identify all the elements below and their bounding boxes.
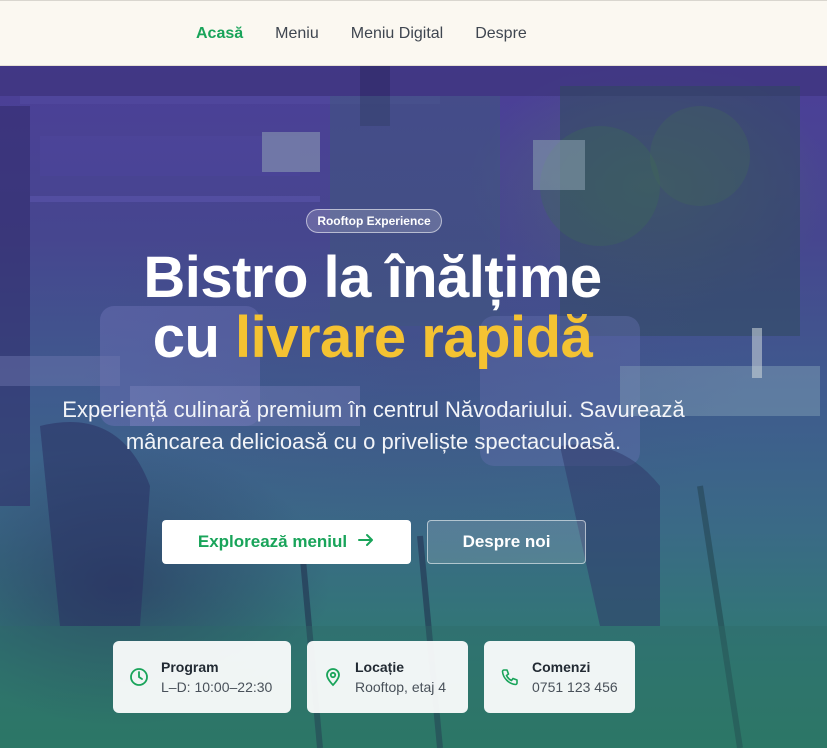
info-card-location: Locație Rooftop, etaj 4 [307, 641, 468, 713]
about-us-button[interactable]: Despre noi [427, 520, 586, 564]
nav-item-meniu[interactable]: Meniu [275, 23, 319, 45]
top-navigation-bar: Acasă Meniu Meniu Digital Despre [0, 0, 827, 66]
info-card-label: Comenzi [532, 659, 591, 675]
hero-section: Rooftop Experience Bistro la înălțime cu… [0, 66, 827, 748]
location-pin-icon [311, 667, 355, 687]
explore-menu-label: Explorează meniul [197, 532, 348, 551]
hero-title-line1: Bistro la înălțime [143, 245, 602, 310]
nav-item-despre[interactable]: Despre [475, 23, 527, 45]
info-card-value: L–D: 10:00–22:30 [161, 679, 273, 695]
nav-item-meniu-digital[interactable]: Meniu Digital [351, 23, 443, 45]
hero-title-line2-plain: cu [152, 305, 220, 370]
info-card-label: Locație [355, 659, 405, 675]
hero-title: Bistro la înălțime cu livrare rapidă [0, 248, 745, 368]
rooftop-badge: Rooftop Experience [306, 209, 442, 233]
info-card-value: 0751 123 456 [532, 679, 618, 695]
info-card-orders: Comenzi 0751 123 456 [484, 641, 635, 713]
about-us-label: Despre noi [462, 532, 551, 551]
explore-menu-button[interactable]: Explorează meniul [162, 520, 411, 564]
hero-subtitle: Experiență culinară premium în centrul N… [62, 397, 685, 454]
info-card-program: Program L–D: 10:00–22:30 [113, 641, 291, 713]
main-nav: Acasă Meniu Meniu Digital Despre [196, 23, 527, 45]
info-card-label: Program [161, 659, 219, 675]
arrow-right-icon [357, 531, 375, 554]
phone-icon [488, 667, 532, 687]
hero-title-accent: livrare rapidă [235, 305, 593, 370]
info-card-value: Rooftop, etaj 4 [355, 679, 447, 695]
clock-icon [117, 667, 161, 687]
nav-item-acasa[interactable]: Acasă [196, 23, 243, 45]
